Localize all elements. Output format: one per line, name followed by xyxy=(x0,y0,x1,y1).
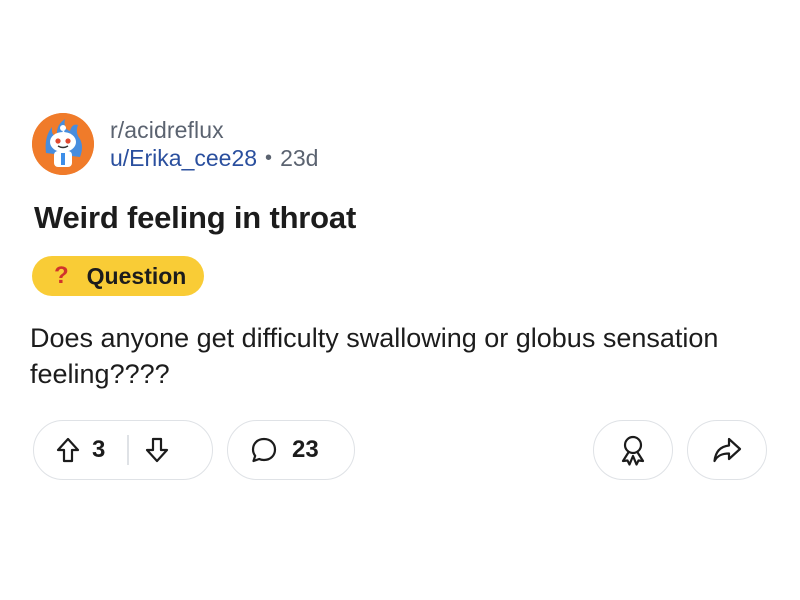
comments-button[interactable]: 23 xyxy=(227,420,355,480)
post-body: Does anyone get difficulty swallowing or… xyxy=(30,323,719,389)
post-card: r/acidreflux u/Erika_cee28 • 23d Weird f… xyxy=(0,0,800,600)
share-button[interactable] xyxy=(687,420,767,480)
question-mark-icon: ? xyxy=(54,262,69,289)
post-flair[interactable]: ? Question xyxy=(32,256,205,296)
award-button[interactable] xyxy=(593,420,673,480)
arrow-down-icon[interactable] xyxy=(145,437,169,463)
comment-count: 23 xyxy=(292,436,319,463)
award-icon xyxy=(618,434,648,466)
flair-label: Question xyxy=(86,262,187,289)
vote-count: 3 xyxy=(92,436,106,463)
vote-divider xyxy=(127,435,129,465)
share-arrow-icon xyxy=(712,436,742,464)
subreddit-avatar[interactable] xyxy=(32,113,94,175)
post-age: 23d xyxy=(280,145,319,171)
snoo-flame-icon xyxy=(32,113,94,175)
speech-bubble-icon xyxy=(250,436,278,464)
action-bar: 3 23 xyxy=(0,420,800,482)
post-header: r/acidreflux u/Erika_cee28 • 23d xyxy=(32,113,318,175)
meta-separator: • xyxy=(265,147,273,169)
vote-control: 3 xyxy=(33,420,213,480)
subreddit-name[interactable]: r/acidreflux xyxy=(110,116,318,144)
post-title[interactable]: Weird feeling in throat xyxy=(34,200,356,236)
author-line: u/Erika_cee28 • 23d xyxy=(110,144,318,172)
arrow-up-icon[interactable] xyxy=(56,437,80,463)
author-username[interactable]: u/Erika_cee28 xyxy=(110,144,257,172)
post-meta: r/acidreflux u/Erika_cee28 • 23d xyxy=(110,116,318,172)
